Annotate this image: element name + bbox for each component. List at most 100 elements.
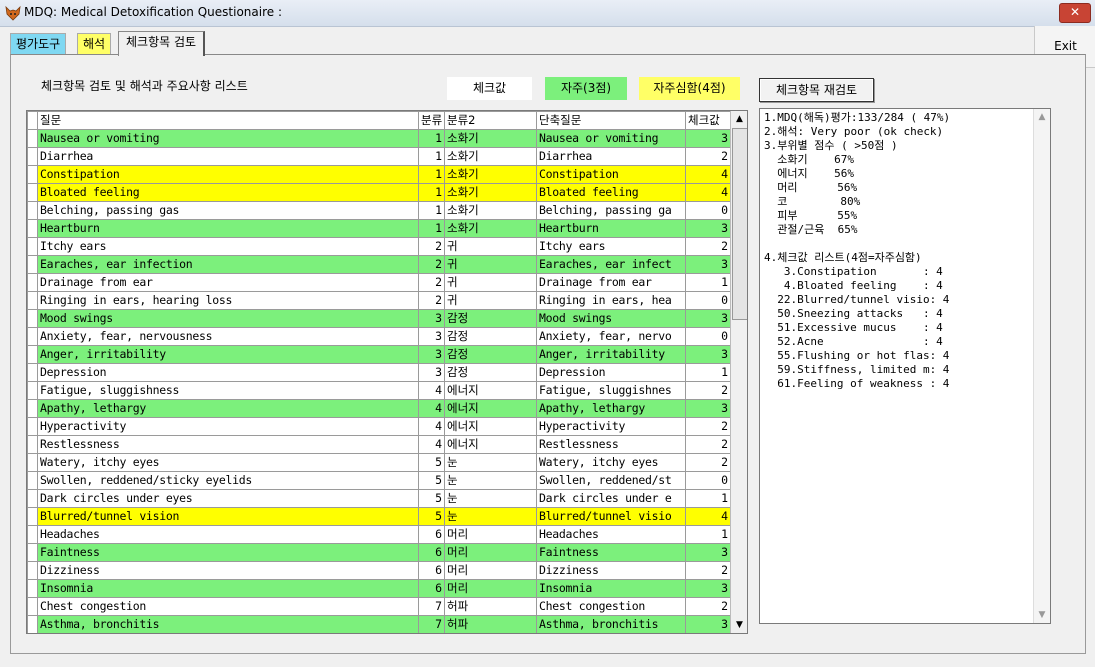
table-row[interactable]: Headaches 6 머리 Headaches 1: [27, 525, 731, 544]
cell-short-question[interactable]: Dizziness: [536, 561, 686, 580]
table-row[interactable]: Depression 3 감정 Depression 1: [27, 363, 731, 382]
cell-short-question[interactable]: Faintness: [536, 543, 686, 562]
cell-category2[interactable]: 감정: [444, 363, 537, 382]
cell-check-value[interactable]: 2: [685, 147, 731, 166]
table-row[interactable]: Blurred/tunnel vision 5 눈 Blurred/tunnel vi…: [27, 507, 731, 526]
cell-question[interactable]: Chest congestion: [37, 597, 419, 616]
cell-category2[interactable]: 귀: [444, 291, 537, 310]
row-indicator[interactable]: [27, 129, 38, 148]
cell-category2[interactable]: 에너지: [444, 435, 537, 454]
cell-short-question[interactable]: Diarrhea: [536, 147, 686, 166]
tab-check-item-review[interactable]: 체크항목 검토: [118, 31, 206, 56]
cell-short-question[interactable]: Watery, itchy eyes: [536, 453, 686, 472]
cell-check-value[interactable]: 4: [685, 165, 731, 184]
cell-check-value[interactable]: 3: [685, 345, 731, 364]
row-indicator[interactable]: [27, 273, 38, 292]
cell-question[interactable]: Bloated feeling: [37, 183, 419, 202]
cell-check-value[interactable]: 3: [685, 579, 731, 598]
cell-category2[interactable]: 눈: [444, 453, 537, 472]
cell-short-question[interactable]: Mood swings: [536, 309, 686, 328]
cell-short-question[interactable]: Depression: [536, 363, 686, 382]
cell-short-question[interactable]: Asthma, bronchitis: [536, 615, 686, 633]
column-header-category2[interactable]: 분류2: [444, 111, 537, 130]
cell-category[interactable]: 3: [418, 327, 445, 346]
window-close-button[interactable]: ✕: [1059, 3, 1091, 23]
cell-category[interactable]: 4: [418, 399, 445, 418]
cell-category2[interactable]: 에너지: [444, 417, 537, 436]
cell-question[interactable]: Dizziness: [37, 561, 419, 580]
row-indicator[interactable]: [27, 219, 38, 238]
row-indicator[interactable]: [27, 579, 38, 598]
cell-check-value[interactable]: 0: [685, 471, 731, 490]
cell-question[interactable]: Depression: [37, 363, 419, 382]
table-row[interactable]: Constipation 1 소화기 Constipation 4: [27, 165, 731, 184]
cell-short-question[interactable]: Chest congestion: [536, 597, 686, 616]
cell-check-value[interactable]: 2: [685, 237, 731, 256]
cell-category[interactable]: 5: [418, 507, 445, 526]
cell-question[interactable]: Blurred/tunnel vision: [37, 507, 419, 526]
row-indicator[interactable]: [27, 381, 38, 400]
cell-category[interactable]: 1: [418, 219, 445, 238]
table-row[interactable]: Dark circles under eyes 5 눈 Dark circles un…: [27, 489, 731, 508]
table-row[interactable]: Itchy ears 2 귀 Itchy ears 2: [27, 237, 731, 256]
table-row[interactable]: Diarrhea 1 소화기 Diarrhea 2: [27, 147, 731, 166]
cell-question[interactable]: Swollen, reddened/sticky eyelids: [37, 471, 419, 490]
column-header-short-question[interactable]: 단축질문: [536, 111, 686, 130]
row-indicator[interactable]: [27, 615, 38, 633]
cell-short-question[interactable]: Apathy, lethargy: [536, 399, 686, 418]
table-row[interactable]: Apathy, lethargy 4 에너지 Apathy, lethargy 3: [27, 399, 731, 418]
cell-question[interactable]: Nausea or vomiting: [37, 129, 419, 148]
row-indicator[interactable]: [27, 327, 38, 346]
scroll-up-arrow-icon[interactable]: ▲: [731, 111, 747, 127]
cell-question[interactable]: Earaches, ear infection: [37, 255, 419, 274]
cell-category[interactable]: 6: [418, 561, 445, 580]
cell-category[interactable]: 5: [418, 471, 445, 490]
cell-question[interactable]: Heartburn: [37, 219, 419, 238]
cell-short-question[interactable]: Insomnia: [536, 579, 686, 598]
row-indicator[interactable]: [27, 453, 38, 472]
cell-category2[interactable]: 머리: [444, 525, 537, 544]
table-row[interactable]: Bloated feeling 1 소화기 Bloated feeling 4: [27, 183, 731, 202]
cell-category[interactable]: 7: [418, 615, 445, 633]
cell-category2[interactable]: 소화기: [444, 183, 537, 202]
cell-check-value[interactable]: 2: [685, 381, 731, 400]
table-row[interactable]: Dizziness 6 머리 Dizziness 2: [27, 561, 731, 580]
cell-question[interactable]: Anxiety, fear, nervousness: [37, 327, 419, 346]
cell-short-question[interactable]: Headaches: [536, 525, 686, 544]
cell-category2[interactable]: 머리: [444, 543, 537, 562]
tab-interpretation[interactable]: 해석: [77, 33, 112, 55]
cell-question[interactable]: Asthma, bronchitis: [37, 615, 419, 633]
cell-category[interactable]: 1: [418, 201, 445, 220]
table-row[interactable]: Insomnia 6 머리 Insomnia 3: [27, 579, 731, 598]
cell-check-value[interactable]: 1: [685, 489, 731, 508]
cell-question[interactable]: Anger, irritability: [37, 345, 419, 364]
cell-category[interactable]: 4: [418, 435, 445, 454]
cell-category2[interactable]: 눈: [444, 471, 537, 490]
cell-check-value[interactable]: 2: [685, 597, 731, 616]
row-indicator[interactable]: [27, 363, 38, 382]
cell-category[interactable]: 2: [418, 273, 445, 292]
cell-check-value[interactable]: 2: [685, 453, 731, 472]
cell-category2[interactable]: 소화기: [444, 219, 537, 238]
table-row[interactable]: Ringing in ears, hearing loss 2 귀 Ringing i…: [27, 291, 731, 310]
row-indicator[interactable]: [27, 435, 38, 454]
cell-category[interactable]: 1: [418, 183, 445, 202]
cell-check-value[interactable]: 2: [685, 435, 731, 454]
cell-check-value[interactable]: 0: [685, 291, 731, 310]
cell-short-question[interactable]: Heartburn: [536, 219, 686, 238]
cell-category[interactable]: 2: [418, 255, 445, 274]
cell-check-value[interactable]: 4: [685, 507, 731, 526]
cell-category[interactable]: 4: [418, 417, 445, 436]
scroll-thumb[interactable]: [732, 128, 747, 320]
scroll-down-arrow-icon[interactable]: ▼: [731, 617, 747, 633]
cell-question[interactable]: Restlessness: [37, 435, 419, 454]
cell-short-question[interactable]: Blurred/tunnel visio: [536, 507, 686, 526]
row-indicator[interactable]: [27, 507, 38, 526]
cell-short-question[interactable]: Restlessness: [536, 435, 686, 454]
cell-category2[interactable]: 소화기: [444, 147, 537, 166]
table-row[interactable]: Watery, itchy eyes 5 눈 Watery, itchy eyes 2: [27, 453, 731, 472]
table-row[interactable]: Earaches, ear infection 2 귀 Earaches, ear i…: [27, 255, 731, 274]
cell-category2[interactable]: 눈: [444, 489, 537, 508]
cell-short-question[interactable]: Nausea or vomiting: [536, 129, 686, 148]
cell-category2[interactable]: 감정: [444, 327, 537, 346]
